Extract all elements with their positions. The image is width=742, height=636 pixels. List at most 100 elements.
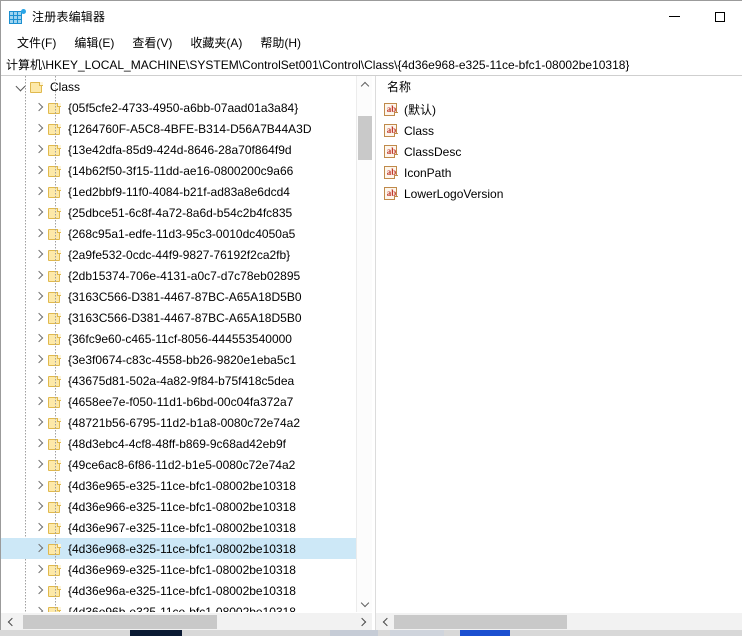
values-horizontal-scrollbar[interactable] xyxy=(376,613,742,630)
title-bar: 注册表编辑器 xyxy=(1,1,742,32)
chevron-right-icon[interactable] xyxy=(31,331,47,347)
tree-item-label: {2db15374-706e-4131-a0c7-d7c78eb02895 xyxy=(68,268,301,283)
tree-item-label: {36fc9e60-c465-11cf-8056-444553540000 xyxy=(68,331,292,346)
chevron-right-icon[interactable] xyxy=(31,604,47,613)
tree-item-label: {13e42dfa-85d9-424d-8646-28a70f864f9d xyxy=(68,142,292,157)
tree-item-label: {4d36e96a-e325-11ce-bfc1-08002be10318 xyxy=(68,583,296,598)
tree-item-label: {4d36e96b-e325-11ce-bfc1-08002be10318 xyxy=(68,604,296,613)
tree-item-label: {05f5cfe2-4733-4950-a6bb-07aad01a3a84} xyxy=(68,100,299,115)
taskbar-item[interactable] xyxy=(330,630,378,636)
tree-item-label: {48d3ebc4-4cf8-48ff-b869-9c68ad42eb9f xyxy=(68,436,286,451)
chevron-left-icon xyxy=(6,619,15,625)
menu-edit[interactable]: 编辑(E) xyxy=(65,32,123,54)
string-value-icon: ab xyxy=(384,144,399,159)
tree-item-label: {1264760F-A5C8-4BFE-B314-D56A7B44A3D xyxy=(68,121,312,136)
tree-rows: Class {05f5cfe2-4733-4950-a6bb-07aad01a3a… xyxy=(1,76,358,612)
chevron-right-icon[interactable] xyxy=(31,373,47,389)
tree-horizontal-scrollbar[interactable] xyxy=(1,613,372,630)
chevron-right-icon xyxy=(359,619,368,625)
content-panes: Class {05f5cfe2-4733-4950-a6bb-07aad01a3a… xyxy=(1,76,742,630)
chevron-right-icon[interactable] xyxy=(31,352,47,368)
value-row[interactable]: ab IconPath xyxy=(376,162,742,183)
chevron-right-icon[interactable] xyxy=(31,121,47,137)
taskbar-item[interactable] xyxy=(390,630,444,636)
string-value-icon: ab xyxy=(384,165,399,180)
menu-favorites[interactable]: 收藏夹(A) xyxy=(181,32,251,54)
chevron-right-icon[interactable] xyxy=(31,499,47,515)
tree-item-label: {4d36e969-e325-11ce-bfc1-08002be10318 xyxy=(68,562,296,577)
chevron-right-icon[interactable] xyxy=(31,289,47,305)
minimize-icon xyxy=(668,16,680,17)
values-column-header-name[interactable]: 名称 xyxy=(376,76,742,97)
chevron-right-icon[interactable] xyxy=(31,541,47,557)
tree-item-label: {49ce6ac8-6f86-11d2-b1e5-0080c72e74a2 xyxy=(68,457,296,472)
chevron-right-icon[interactable] xyxy=(31,478,47,494)
tree-item-label: {4658ee7e-f050-11d1-b6bd-00c04fa372a7 xyxy=(68,394,294,409)
values-scroll-left-button[interactable] xyxy=(376,613,394,630)
chevron-right-icon[interactable] xyxy=(31,310,47,326)
string-value-icon: ab xyxy=(384,186,399,201)
tree-item-label: {3163C566-D381-4467-87BC-A65A18D5B0 xyxy=(68,310,302,325)
chevron-right-icon[interactable] xyxy=(31,394,47,410)
chevron-right-icon[interactable] xyxy=(31,163,47,179)
chevron-right-icon[interactable] xyxy=(31,268,47,284)
value-row[interactable]: ab LowerLogoVersion xyxy=(376,183,742,204)
value-row[interactable]: ab ClassDesc xyxy=(376,141,742,162)
tree-guide-line xyxy=(55,76,56,612)
chevron-right-icon[interactable] xyxy=(31,562,47,578)
chevron-right-icon[interactable] xyxy=(31,415,47,431)
scroll-down-button[interactable] xyxy=(357,595,372,612)
chevron-right-icon[interactable] xyxy=(31,184,47,200)
tree-item-label: {4d36e967-e325-11ce-bfc1-08002be10318 xyxy=(68,520,296,535)
minimize-button[interactable] xyxy=(651,1,697,32)
menu-bar: 文件(F) 编辑(E) 查看(V) 收藏夹(A) 帮助(H) xyxy=(1,32,742,54)
tree-item-label: {3163C566-D381-4467-87BC-A65A18D5B0 xyxy=(68,289,302,304)
taskbar-item[interactable] xyxy=(130,630,182,636)
values-hscroll-thumb[interactable] xyxy=(394,615,567,629)
registry-editor-window: 注册表编辑器 文件(F) 编辑(E) 查看(V) 收藏夹(A) 帮助(H) 计算… xyxy=(0,0,742,630)
chevron-right-icon[interactable] xyxy=(31,100,47,116)
address-bar[interactable]: 计算机\HKEY_LOCAL_MACHINE\SYSTEM\ControlSet… xyxy=(1,54,742,76)
scroll-right-button[interactable] xyxy=(354,613,372,630)
chevron-up-icon xyxy=(362,81,368,89)
value-name: Class xyxy=(404,123,435,138)
tree-item-label: {25dbce51-6c8f-4a72-8a6d-b54c2b4fc835 xyxy=(68,205,293,220)
scroll-left-button[interactable] xyxy=(1,613,19,630)
chevron-right-icon[interactable] xyxy=(31,457,47,473)
chevron-right-icon[interactable] xyxy=(31,436,47,452)
string-value-icon: ab xyxy=(384,102,399,117)
registry-path: 计算机\HKEY_LOCAL_MACHINE\SYSTEM\ControlSet… xyxy=(6,58,630,72)
taskbar-item-active[interactable] xyxy=(460,630,510,636)
window-controls xyxy=(651,1,742,32)
chevron-right-icon[interactable] xyxy=(31,142,47,158)
tree-viewport: Class {05f5cfe2-4733-4950-a6bb-07aad01a3a… xyxy=(1,76,358,612)
chevron-right-icon[interactable] xyxy=(31,226,47,242)
tree-hscroll-thumb[interactable] xyxy=(23,615,217,629)
scroll-up-button[interactable] xyxy=(357,76,372,93)
chevron-right-icon[interactable] xyxy=(31,205,47,221)
folder-icon xyxy=(29,80,45,94)
menu-view[interactable]: 查看(V) xyxy=(123,32,181,54)
maximize-button[interactable] xyxy=(697,1,742,32)
chevron-right-icon[interactable] xyxy=(31,520,47,536)
maximize-icon xyxy=(715,11,725,22)
value-row[interactable]: ab (默认) xyxy=(376,99,742,120)
value-name: (默认) xyxy=(404,103,436,117)
chevron-down-icon[interactable] xyxy=(13,79,29,95)
chevron-left-icon xyxy=(381,619,390,625)
menu-file[interactable]: 文件(F) xyxy=(8,32,65,54)
menu-help[interactable]: 帮助(H) xyxy=(251,32,310,54)
registry-key-tree[interactable]: Class {05f5cfe2-4733-4950-a6bb-07aad01a3a… xyxy=(1,76,372,630)
value-name: ClassDesc xyxy=(404,144,462,159)
chevron-right-icon[interactable] xyxy=(31,583,47,599)
chevron-right-icon[interactable] xyxy=(31,247,47,263)
values-list: ab (默认) ab Class ab ClassDesc ab IconPath ab Lowe… xyxy=(376,97,742,204)
tree-vertical-scrollbar[interactable] xyxy=(356,76,372,612)
registry-values-pane[interactable]: 名称 ab (默认) ab Class ab ClassDesc ab IconPath ab L… xyxy=(375,76,742,630)
value-row[interactable]: ab Class xyxy=(376,120,742,141)
tree-vscroll-thumb[interactable] xyxy=(358,116,372,160)
tree-item-label: {4d36e968-e325-11ce-bfc1-08002be10318 xyxy=(68,541,296,556)
tree-item-label: {43675d81-502a-4a82-9f84-b75f418c5dea xyxy=(68,373,295,388)
chevron-down-icon xyxy=(362,600,368,608)
value-name: LowerLogoVersion xyxy=(404,186,504,201)
